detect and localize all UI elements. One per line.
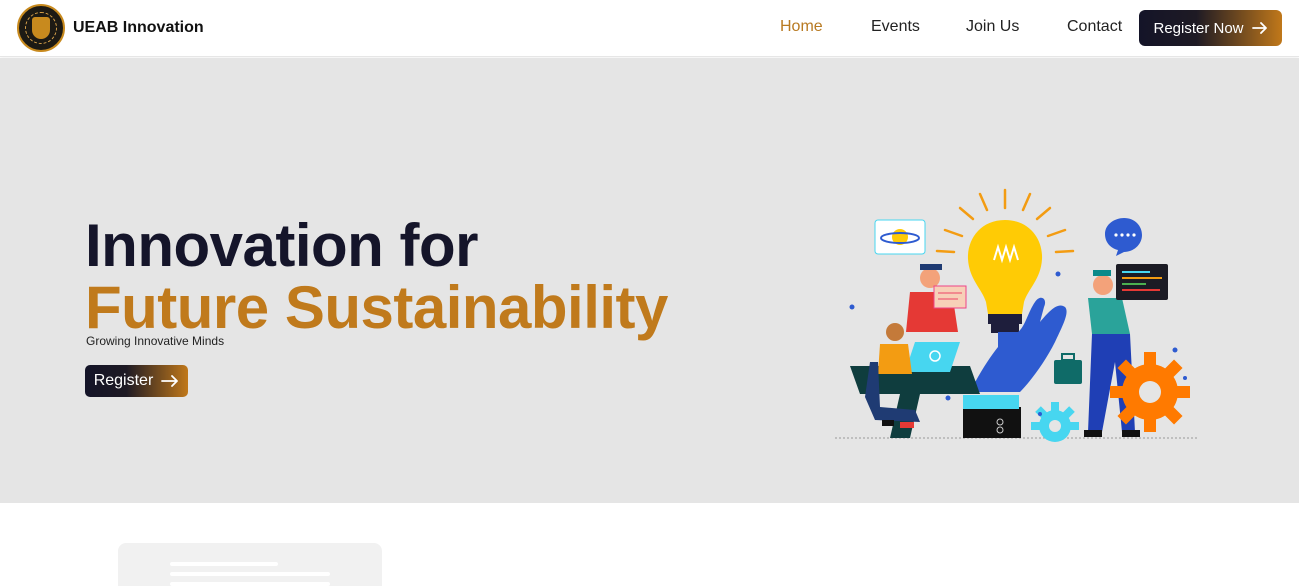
hero-title-line1: Innovation for <box>85 212 478 279</box>
nav-join-us[interactable]: Join Us <box>966 18 1019 36</box>
brand-name: UEAB Innovation <box>73 19 204 36</box>
register-now-label: Register Now <box>1153 19 1244 37</box>
content-card-placeholder <box>118 543 382 586</box>
nav-home[interactable]: Home <box>780 18 823 36</box>
hero-section: Innovation for Future Sustainability Gro… <box>0 58 1299 503</box>
register-now-button[interactable]: Register Now <box>1139 10 1282 46</box>
nav-contact[interactable]: Contact <box>1067 18 1122 36</box>
hero-title-line2: Future Sustainability <box>85 274 668 341</box>
brand[interactable]: UEAB Innovation <box>17 4 204 52</box>
placeholder-line <box>170 582 330 586</box>
arrow-right-icon <box>161 375 179 387</box>
arrow-right-icon <box>1251 22 1267 34</box>
innovation-illustration <box>835 188 1198 442</box>
hero-subtitle: Growing Innovative Minds <box>86 334 225 348</box>
hero-register-button[interactable]: Register <box>85 365 188 397</box>
placeholder-line <box>170 572 330 576</box>
university-logo <box>17 4 65 52</box>
nav-events[interactable]: Events <box>871 18 920 36</box>
hero-register-label: Register <box>93 372 154 389</box>
navbar: UEAB Innovation Home Events Join Us Cont… <box>0 0 1299 57</box>
placeholder-line <box>170 562 278 566</box>
